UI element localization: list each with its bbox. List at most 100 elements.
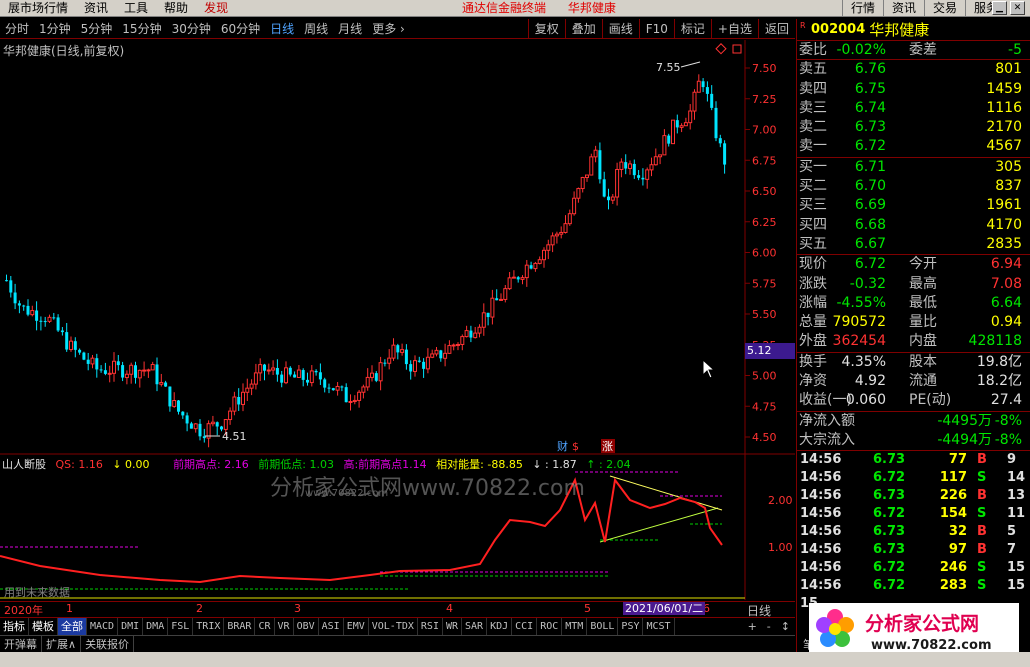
tab-cci[interactable]: CCI bbox=[512, 617, 538, 635]
drawline-button[interactable]: 画线 bbox=[601, 19, 639, 39]
period-5min[interactable]: 5分钟 bbox=[76, 20, 118, 37]
tab-template[interactable]: 模板 bbox=[29, 617, 58, 635]
candle-body bbox=[150, 363, 155, 371]
tick-time: 14:56 bbox=[800, 560, 842, 576]
candle-body bbox=[155, 364, 159, 385]
menu-market[interactable]: 展市场行情 bbox=[0, 0, 76, 17]
candle-body bbox=[266, 369, 271, 372]
candle-body bbox=[658, 154, 663, 158]
bid-vol: 4170 bbox=[986, 216, 1022, 233]
stat-label: 外盘 bbox=[799, 333, 827, 350]
tick-volume: 32 bbox=[948, 524, 967, 540]
close-icon[interactable]: ✕ bbox=[1010, 1, 1025, 15]
tab-all[interactable]: 全部 bbox=[58, 617, 87, 635]
stat-label: 总量 bbox=[799, 314, 827, 331]
indicator-tick-label: 2.00 bbox=[768, 494, 793, 507]
related-quote-button[interactable]: 关联报价 bbox=[81, 636, 135, 652]
candle-body bbox=[365, 376, 370, 388]
indicator-name[interactable]: 山人断股 bbox=[2, 458, 46, 471]
tab-fsl[interactable]: FSL bbox=[168, 617, 194, 635]
adjust-button[interactable]: 复权 bbox=[527, 19, 565, 39]
period-intraday[interactable]: 分时 bbox=[0, 20, 34, 37]
period-more[interactable]: 更多 › bbox=[367, 20, 410, 37]
f10-button[interactable]: F10 bbox=[638, 19, 674, 39]
period-60min[interactable]: 60分钟 bbox=[216, 20, 265, 37]
tick-count: 13 bbox=[1007, 488, 1026, 504]
tab-boll[interactable]: BOLL bbox=[587, 617, 619, 635]
time-axis: 2020年 1 2 3 4 5 6 2021/06/01/二 日线 bbox=[0, 601, 795, 618]
minimize-icon[interactable]: ▁ bbox=[992, 1, 1007, 15]
tab-dmi[interactable]: DMI bbox=[118, 617, 144, 635]
period-15min[interactable]: 15分钟 bbox=[117, 20, 166, 37]
tab-mcst[interactable]: MCST bbox=[643, 617, 675, 635]
candle-body bbox=[520, 277, 525, 280]
tab-psy[interactable]: PSY bbox=[618, 617, 644, 635]
tab-wr[interactable]: WR bbox=[443, 617, 463, 635]
tick-count: 15 bbox=[1007, 578, 1026, 594]
tab-indicator[interactable]: 指标 bbox=[0, 617, 29, 635]
period-30min[interactable]: 30分钟 bbox=[167, 20, 216, 37]
tab-emv[interactable]: EMV bbox=[344, 617, 369, 635]
tab-roc[interactable]: ROC bbox=[537, 617, 563, 635]
period-weekly[interactable]: 周线 bbox=[299, 20, 333, 37]
candle-body bbox=[533, 262, 538, 270]
tick-price: 6.73 bbox=[873, 452, 906, 468]
menu-trade[interactable]: 交易 bbox=[923, 0, 965, 17]
candle-body bbox=[82, 352, 86, 360]
candle-body bbox=[675, 120, 679, 128]
stat-value: 7.08 bbox=[990, 275, 1022, 292]
tick-count: 9 bbox=[1007, 452, 1017, 468]
tick-side: B bbox=[977, 452, 987, 468]
tab-mtm[interactable]: MTM bbox=[562, 617, 588, 635]
menu-help[interactable]: 帮助 bbox=[156, 0, 196, 17]
period-monthly[interactable]: 月线 bbox=[333, 20, 367, 37]
candle-body bbox=[17, 303, 21, 306]
tick-count: 14 bbox=[1007, 470, 1026, 486]
tab-brar[interactable]: BRAR bbox=[224, 617, 256, 635]
tick-volume: 117 bbox=[939, 470, 967, 486]
period-toolbar: 分时 1分钟 5分钟 15分钟 30分钟 60分钟 日线 周线 月线 更多 › … bbox=[0, 19, 795, 39]
candle-body bbox=[271, 367, 276, 371]
tab-trix[interactable]: TRIX bbox=[193, 617, 225, 635]
tab-asi[interactable]: ASI bbox=[319, 617, 344, 635]
zoom-in-button[interactable]: + bbox=[743, 620, 762, 633]
tab-vr[interactable]: VR bbox=[275, 617, 294, 635]
menu-news[interactable]: 资讯 bbox=[882, 0, 924, 17]
back-button[interactable]: 返回 bbox=[757, 19, 795, 39]
tab-kdj[interactable]: KDJ bbox=[487, 617, 513, 635]
bid-label: 买四 bbox=[799, 216, 827, 233]
tab-dma[interactable]: DMA bbox=[143, 617, 169, 635]
menu-quotes[interactable]: 行情 bbox=[841, 0, 883, 17]
tick-row: 14:56 6.72 246 S 15 bbox=[797, 559, 1030, 577]
candle-body bbox=[667, 135, 671, 144]
menu-discover[interactable]: 发现 bbox=[196, 0, 236, 17]
add-watchlist-button[interactable]: +自选 bbox=[710, 19, 758, 39]
tick-side: B bbox=[977, 542, 987, 558]
menu-info[interactable]: 资讯 bbox=[76, 0, 116, 17]
tab-sar[interactable]: SAR bbox=[462, 617, 488, 635]
menu-tools[interactable]: 工具 bbox=[116, 0, 156, 17]
tab-macd[interactable]: MACD bbox=[87, 617, 119, 635]
candle-body bbox=[524, 264, 529, 279]
tick-count: 15 bbox=[1007, 560, 1026, 576]
tab-obv[interactable]: OBV bbox=[294, 617, 319, 635]
tick-side: B bbox=[977, 488, 987, 504]
resize-button[interactable]: ↕ bbox=[776, 620, 795, 633]
candle-body bbox=[121, 365, 125, 378]
tab-cr[interactable]: CR bbox=[255, 617, 275, 635]
overlay-button[interactable]: 叠加 bbox=[564, 19, 602, 39]
tab-rsi[interactable]: RSI bbox=[418, 617, 443, 635]
danmaku-button[interactable]: 开弹幕 bbox=[0, 636, 42, 652]
zoom-out-button[interactable]: - bbox=[762, 620, 776, 633]
x-month-2: 2 bbox=[196, 602, 203, 615]
tick-list[interactable]: 14:56 6.73 77 B 9 14:56 6.72 117 S 14 14:56 6.73 226… bbox=[797, 451, 1030, 613]
candle-body bbox=[511, 276, 516, 279]
period-1min[interactable]: 1分钟 bbox=[34, 20, 76, 37]
tick-price: 6.72 bbox=[873, 506, 906, 522]
tab-vol-tdx[interactable]: VOL-TDX bbox=[369, 617, 418, 635]
expand-button[interactable]: 扩展∧ bbox=[42, 636, 82, 652]
candle-body bbox=[447, 345, 452, 354]
mark-button[interactable]: 标记 bbox=[673, 19, 711, 39]
period-daily[interactable]: 日线 bbox=[265, 20, 299, 37]
kline-chart[interactable]: 7.507.257.006.756.506.256.005.755.505.25… bbox=[0, 40, 795, 640]
